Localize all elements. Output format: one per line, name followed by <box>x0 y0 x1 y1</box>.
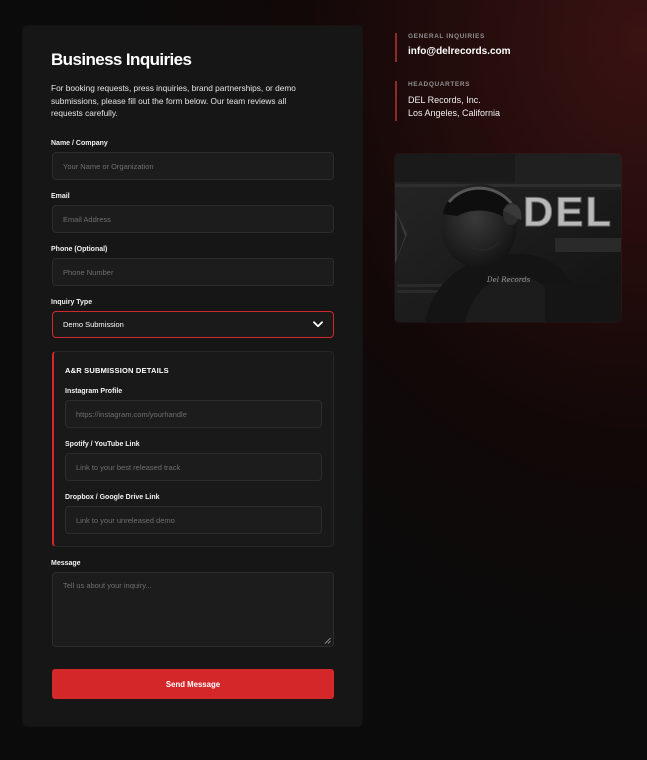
message-wrapper <box>52 572 334 647</box>
dropbox-drive-input[interactable] <box>65 506 322 534</box>
general-inquiries-label: GENERAL INQUIRIES <box>408 33 485 40</box>
photo-illustration: DEL Del Records <box>395 154 621 322</box>
headquarters-label: HEADQUARTERS <box>408 81 471 88</box>
wall-sign-text: DEL <box>523 188 613 235</box>
headquarters-block: HEADQUARTERS DEL Records, Inc. Los Angel… <box>395 81 500 121</box>
ar-submission-panel: A&R SUBMISSION DETAILS Instagram Profile… <box>52 351 334 547</box>
instagram-label: Instagram Profile <box>65 388 123 395</box>
inquiry-type-select[interactable]: Demo Submission <box>52 311 334 338</box>
email-label: Email <box>51 193 70 200</box>
general-email-link[interactable]: info@delrecords.com <box>408 46 511 57</box>
ar-section-title: A&R SUBMISSION DETAILS <box>65 366 169 375</box>
email-input[interactable] <box>52 205 334 233</box>
message-textarea[interactable] <box>52 572 334 647</box>
spotify-label: Spotify / YouTube Link <box>65 441 140 448</box>
phone-input[interactable] <box>52 258 334 286</box>
chevron-down-icon <box>313 321 323 328</box>
general-inquiries-block: GENERAL INQUIRIES info@delrecords.com <box>395 33 511 62</box>
hq-location: Los Angeles, California <box>408 108 501 118</box>
inquiry-type-value: Demo Submission <box>63 320 124 329</box>
inquiry-type-label: Inquiry Type <box>51 299 93 306</box>
inquiry-form-card: Business Inquiries For booking requests,… <box>23 26 362 726</box>
dropbox-label: Dropbox / Google Drive Link <box>65 494 160 501</box>
name-company-input[interactable] <box>52 152 334 180</box>
message-label: Message <box>51 560 81 567</box>
form-title: Business Inquiries <box>51 50 192 69</box>
instagram-input[interactable] <box>65 400 322 428</box>
form-intro: For booking requests, press inquiries, b… <box>51 83 296 118</box>
resize-grip-icon[interactable] <box>324 637 331 644</box>
hq-company-name: DEL Records, Inc. <box>408 95 481 105</box>
shirt-logo-text: Del Records <box>486 276 531 284</box>
phone-label: Phone (Optional) <box>51 246 108 253</box>
artist-studio-photo: DEL Del Records <box>395 154 621 322</box>
spotify-youtube-input[interactable] <box>65 453 322 481</box>
name-label: Name / Company <box>51 140 108 147</box>
send-message-button[interactable]: Send Message <box>52 669 334 699</box>
